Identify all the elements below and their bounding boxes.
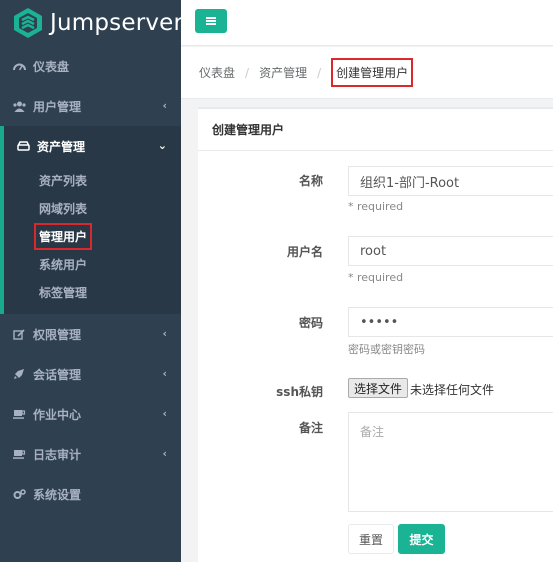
reset-button[interactable]: 重置 [348,524,394,554]
edit-icon [12,328,26,340]
sidebar: Jumpserver 仪表盘 用户管理 ‹ 资产管理 ⌄ 资产列表 网域列表 管… [0,0,184,562]
sidebar-item-permissions[interactable]: 权限管理 ‹ [0,314,181,354]
rocket-icon [12,368,26,380]
breadcrumb-assets[interactable]: 资产管理 [259,64,307,81]
sidebar-item-label: 日志审计 [33,447,82,462]
chevron-left-icon: ‹ [162,327,167,340]
comment-textarea[interactable]: 备注 [348,412,553,512]
username-label: 用户名 [286,245,323,259]
sidebar-subitem-domain-list[interactable]: 网域列表 [4,194,181,222]
name-required-hint: * required [348,200,404,213]
assets-submenu: 资产列表 网域列表 管理用户 系统用户 标签管理 [0,166,181,314]
password-input[interactable]: ••••• [348,307,553,337]
sidebar-subitem-admin-user[interactable]: 管理用户 [4,222,181,250]
topbar [181,0,553,46]
sidebar-item-label: 用户管理 [33,99,82,114]
coffee-icon [12,448,26,460]
chevron-left-icon: ‹ [162,407,167,420]
breadcrumb-separator: / [317,65,322,80]
breadcrumb-separator: / [245,65,250,80]
username-required-hint: * required [348,271,404,284]
ssh-key-label: ssh私钥 [276,385,323,399]
chevron-left-icon: ‹ [162,447,167,460]
username-input[interactable]: root [348,236,553,266]
name-input[interactable]: 组织1-部门-Root [348,166,553,196]
file-status: 未选择任何文件 [410,383,495,397]
sidebar-item-assets[interactable]: 资产管理 ⌄ [0,126,181,166]
sidebar-item-dashboard[interactable]: 仪表盘 [0,46,181,86]
sidebar-item-label: 权限管理 [33,327,82,342]
hdd-icon [16,140,30,152]
sidebar-item-label: 资产管理 [37,139,86,154]
sidebar-item-label: 仪表盘 [33,59,70,74]
menu-toggle-button[interactable] [195,9,227,33]
sidebar-item-jobs[interactable]: 作业中心 ‹ [0,394,181,434]
users-icon [12,100,26,112]
bars-icon [206,17,216,25]
name-label: 名称 [298,174,323,188]
create-admin-user-card: 创建管理用户 名称 组织1-部门-Root * required 用户名 roo… [198,107,553,562]
password-help: 密码或密钥密码 [348,343,425,356]
sidebar-subitem-asset-list[interactable]: 资产列表 [4,166,181,194]
sidebar-item-label: 系统设置 [33,487,82,502]
breadcrumb: 仪表盘 / 资产管理 / 创建管理用户 [181,47,553,99]
sidebar-item-label: 会话管理 [33,367,82,382]
chevron-left-icon: ‹ [162,367,167,380]
password-label: 密码 [298,316,323,330]
comment-label: 备注 [298,421,323,435]
card-title: 创建管理用户 [198,109,553,151]
app-name: Jumpserver [50,10,184,36]
sidebar-subitem-system-user[interactable]: 系统用户 [4,250,181,278]
logo: Jumpserver [0,0,184,46]
chevron-left-icon: ‹ [162,99,167,112]
submit-button[interactable]: 提交 [398,524,445,554]
breadcrumb-dashboard[interactable]: 仪表盘 [199,64,235,81]
coffee-icon [12,408,26,420]
gears-icon [12,488,26,500]
chevron-down-icon: ⌄ [157,139,167,152]
sidebar-item-settings[interactable]: 系统设置 [0,474,181,514]
dashboard-icon [12,60,26,72]
sidebar-subitem-labels[interactable]: 标签管理 [4,278,181,306]
sidebar-item-label: 作业中心 [33,407,82,422]
sidebar-item-audit[interactable]: 日志审计 ‹ [0,434,181,474]
choose-file-button[interactable]: 选择文件 [348,378,409,398]
sidebar-item-users[interactable]: 用户管理 ‹ [0,86,181,126]
breadcrumb-current: 创建管理用户 [331,58,414,87]
sidebar-item-sessions[interactable]: 会话管理 ‹ [0,354,181,394]
jumpserver-logo-icon [12,7,44,39]
